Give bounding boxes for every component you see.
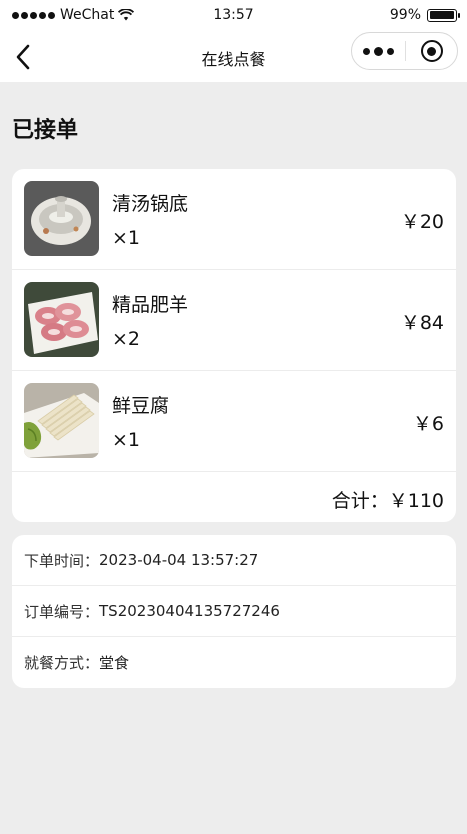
dining-method-value: 堂食 [99,654,130,672]
dining-method-row: 就餐方式： 堂食 [12,637,456,688]
close-mini-program-button[interactable] [406,33,457,69]
status-bar: WeChat 13:57 99% [0,0,467,32]
order-number-label: 订单编号： [24,602,100,621]
order-number-value: TS20230404135727246 [99,602,280,620]
item-name: 清汤锅底 [112,193,189,215]
battery-percent: 99% [389,7,421,23]
order-status: 已接单 [12,118,79,143]
total-value: ￥110 [388,490,444,512]
status-right: 99% [389,7,460,23]
total-text: 合计：￥110 [332,486,444,513]
order-item: 鲜豆腐 ×1 ￥6 [12,371,456,472]
battery-icon [427,8,460,22]
order-time-row: 下单时间： 2023-04-04 13:57:27 [12,535,456,586]
total-label: 合计： [331,490,389,512]
order-info-card: 下单时间： 2023-04-04 13:57:27 订单编号： TS202304… [12,535,456,688]
dining-method-label: 就餐方式： [24,654,100,672]
order-time-value: 2023-04-04 13:57:27 [99,551,259,569]
item-price: ￥6 [412,413,444,435]
order-items-card: 清汤锅底 ×1 ￥20 精品肥羊 ×2 ￥84 鲜豆腐 ×1 ￥6 合计：￥11… [12,169,456,522]
order-item: 清汤锅底 ×1 ￥20 [12,169,456,270]
more-options-button[interactable] [352,33,405,69]
lamb-slices-icon [24,282,99,357]
item-price: ￥84 [400,312,444,334]
item-name: 鲜豆腐 [112,395,170,417]
item-quantity: ×2 [112,328,141,350]
item-price: ￥20 [400,211,444,233]
item-quantity: ×1 [112,227,141,249]
item-name: 精品肥羊 [112,294,189,316]
order-number-row: 订单编号： TS20230404135727246 [12,586,456,637]
nav-bar: 在线点餐 [0,32,467,82]
mini-program-capsule [351,32,458,70]
order-total: 合计：￥110 [12,472,456,522]
order-item: 精品肥羊 ×2 ￥84 [12,270,456,371]
tofu-icon [24,383,99,458]
target-icon [420,40,443,62]
order-time-label: 下单时间： [24,551,100,570]
item-quantity: ×1 [112,429,141,451]
hotpot-icon [24,181,99,256]
